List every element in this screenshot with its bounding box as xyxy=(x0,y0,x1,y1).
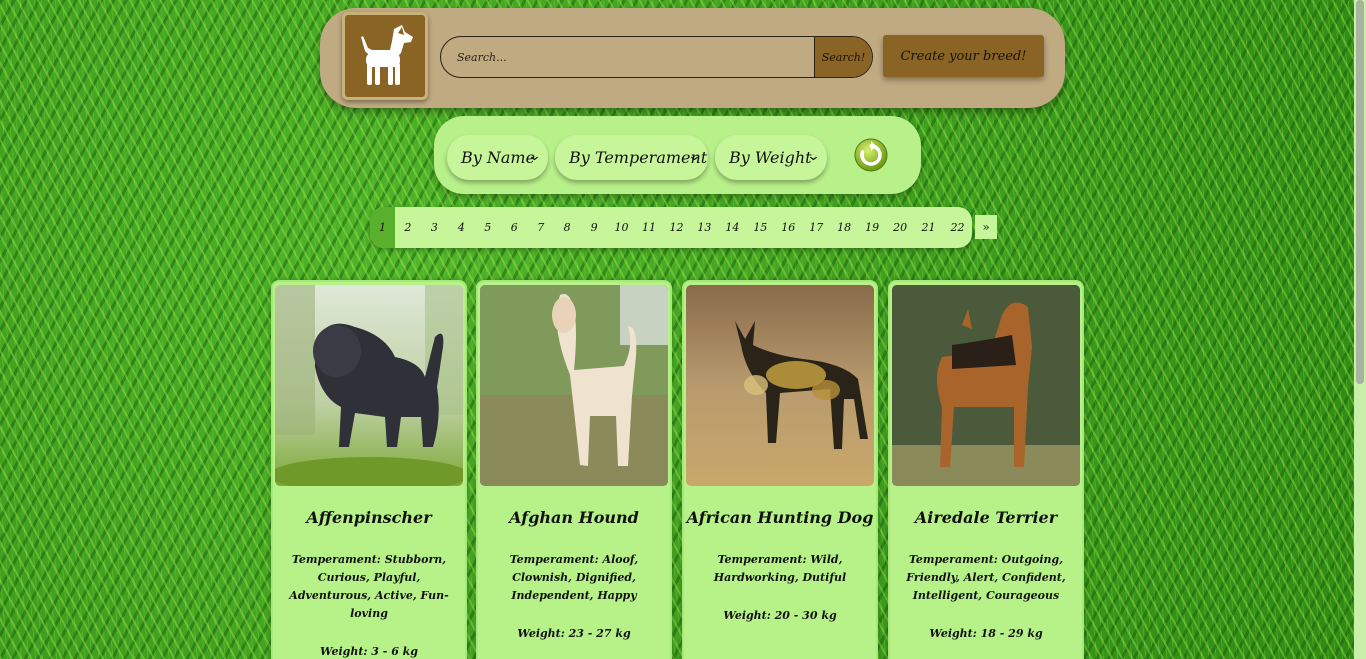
filter-by-weight-label: By Weight xyxy=(729,148,812,167)
page-button[interactable]: 14 xyxy=(718,207,746,248)
filter-by-weight[interactable]: By Weight ⌄ xyxy=(715,135,827,180)
breed-card-african-hunting-dog[interactable]: African Hunting Dog Temperament: Wild, H… xyxy=(682,280,878,659)
header-bar: Search! Create your breed! xyxy=(320,8,1065,108)
breed-weight: Weight: 18 - 29 kg xyxy=(929,627,1043,640)
chevron-down-icon: ⌄ xyxy=(687,149,702,164)
breed-card-airedale-terrier[interactable]: Airedale Terrier Temperament: Outgoing, … xyxy=(888,280,1084,659)
page-button[interactable]: 10 xyxy=(608,207,636,248)
breed-photo xyxy=(892,285,1080,486)
page-button[interactable]: 16 xyxy=(774,207,802,248)
page-button[interactable]: 18 xyxy=(830,207,858,248)
breed-card-affenpinscher[interactable]: Affenpinscher Temperament: Stubborn, Cur… xyxy=(271,280,467,659)
page-button[interactable]: 3 xyxy=(421,207,448,248)
create-breed-button[interactable]: Create your breed! xyxy=(883,35,1044,77)
search-bar: Search! xyxy=(440,36,873,78)
breed-photo xyxy=(480,285,668,486)
breed-name: Afghan Hound xyxy=(509,508,639,527)
page-button[interactable]: 21 xyxy=(914,207,943,248)
page-button[interactable]: 2 xyxy=(395,207,421,248)
chevron-down-icon: ⌄ xyxy=(527,149,542,164)
page-button[interactable]: 13 xyxy=(690,207,718,248)
page-button[interactable]: 6 xyxy=(501,207,528,248)
page-button[interactable]: 7 xyxy=(528,207,554,248)
page-button[interactable]: 1 xyxy=(370,207,395,248)
breed-weight: Weight: 3 - 6 kg xyxy=(320,645,418,658)
pagination: 1 2 3 4 5 6 7 8 9 10 11 12 13 14 15 16 17 18 19 20 21 22 xyxy=(370,207,972,248)
chevron-down-icon: ⌄ xyxy=(806,149,821,164)
breed-card-afghan-hound[interactable]: Afghan Hound Temperament: Aloof, Clownis… xyxy=(476,280,672,659)
filter-by-name-label: By Name xyxy=(461,148,536,167)
page-button[interactable]: 11 xyxy=(636,207,663,248)
breed-temperament: Temperament: Wild, Hardworking, Dutiful xyxy=(713,553,847,584)
page-scrollbar[interactable] xyxy=(1354,0,1366,659)
filter-by-name[interactable]: By Name ⌄ xyxy=(447,135,548,180)
breed-weight: Weight: 23 - 27 kg xyxy=(517,627,631,640)
breed-name: Affenpinscher xyxy=(306,508,432,527)
dog-icon xyxy=(361,25,413,85)
dog-logo[interactable] xyxy=(342,12,428,100)
breed-temperament: Temperament: Outgoing, Friendly, Alert, … xyxy=(906,553,1066,602)
breed-photo xyxy=(275,285,463,486)
breed-temperament: Temperament: Stubborn, Curious, Playful,… xyxy=(289,553,449,620)
page-button[interactable]: 5 xyxy=(475,207,501,248)
page-button[interactable]: 20 xyxy=(886,207,914,248)
page-button[interactable]: 9 xyxy=(581,207,608,248)
breed-name: African Hunting Dog xyxy=(686,508,874,527)
filter-by-temperament[interactable]: By Temperament ⌄ xyxy=(555,135,708,180)
scrollbar-thumb[interactable] xyxy=(1356,0,1364,384)
page-button[interactable]: 15 xyxy=(746,207,774,248)
next-page-button[interactable]: » xyxy=(975,215,997,239)
breed-weight: Weight: 20 - 30 kg xyxy=(723,609,837,622)
reset-filters-button[interactable] xyxy=(854,138,888,172)
page-button[interactable]: 12 xyxy=(662,207,690,248)
breed-photo xyxy=(686,285,874,486)
page-button[interactable]: 8 xyxy=(554,207,581,248)
page-button[interactable]: 19 xyxy=(858,207,886,248)
filter-bar: By Name ⌄ By Temperament ⌄ By Weight ⌄ xyxy=(434,116,921,194)
page-button[interactable]: 4 xyxy=(448,207,475,248)
page-button[interactable]: 17 xyxy=(802,207,830,248)
breed-name: Airedale Terrier xyxy=(914,508,1058,527)
search-input[interactable] xyxy=(441,37,814,77)
breed-temperament: Temperament: Aloof, Clownish, Dignified,… xyxy=(509,553,639,602)
page-button[interactable]: 22 xyxy=(943,207,972,248)
search-button[interactable]: Search! xyxy=(814,37,872,77)
